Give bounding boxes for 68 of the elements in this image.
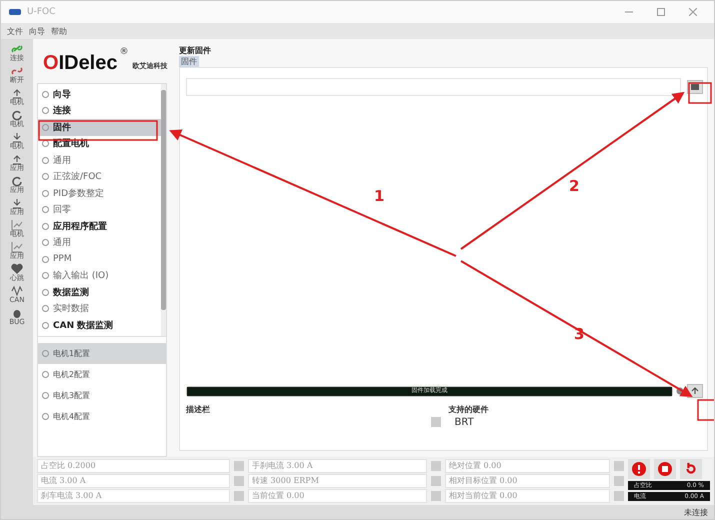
description-label: 描述栏 xyxy=(186,404,211,415)
motor-config-item[interactable]: 电机3配置 xyxy=(38,384,166,406)
stop-icon xyxy=(658,462,672,476)
page-title: 更新固件 xyxy=(179,45,212,56)
readout-field[interactable]: 相对目标位置 0.00 xyxy=(445,474,610,488)
readout-field[interactable]: 相对当前位置 0.00 xyxy=(445,489,610,503)
undo-icon xyxy=(684,462,698,476)
nav-item[interactable]: 通用 xyxy=(38,152,161,168)
nav-item[interactable]: 通用 xyxy=(38,234,161,251)
firmware-list-field[interactable] xyxy=(186,78,681,96)
chart-icon xyxy=(11,219,23,231)
nav-item[interactable]: 正弦波/FOC xyxy=(38,168,161,185)
registered-mark: ® xyxy=(120,47,128,57)
readout-field[interactable]: 电流 3.00 A xyxy=(37,474,230,488)
alert-icon xyxy=(632,462,646,476)
nav-item[interactable]: 连接 xyxy=(38,102,161,119)
folder-icon xyxy=(691,84,699,90)
upload-icon xyxy=(11,87,23,99)
wave-icon xyxy=(10,285,23,297)
expand-button[interactable] xyxy=(430,417,440,427)
hardware-label: 支持的硬件 xyxy=(448,404,490,415)
tab[interactable]: 固件 xyxy=(179,56,199,67)
nav-item[interactable]: 实时数据 xyxy=(38,300,161,317)
nav-item[interactable]: PID参数整定 xyxy=(38,185,161,202)
motor-config-item[interactable]: 电机1配置 xyxy=(38,342,166,364)
menu-item[interactable]: 帮助 xyxy=(51,26,67,36)
readout-field[interactable]: 占空比 0.2000 xyxy=(37,459,230,473)
upload-icon xyxy=(11,153,23,165)
annotation-number: 2 xyxy=(569,177,580,195)
maximize-icon xyxy=(657,8,665,16)
readout-field[interactable]: 刹车电流 3.00 A xyxy=(37,489,230,503)
annotation-number: 1 xyxy=(374,187,384,205)
stop-button[interactable] xyxy=(654,459,676,479)
nav-item[interactable]: 输入输出 (IO) xyxy=(38,268,161,284)
nav-item[interactable]: 数据监测 xyxy=(38,284,161,300)
status-text: 未连接 xyxy=(684,506,708,518)
nav-item[interactable]: 向导 xyxy=(38,86,161,102)
readout-field[interactable]: 绝对位置 0.00 xyxy=(445,459,610,473)
nav-item[interactable]: 回零 xyxy=(38,202,161,218)
refresh-icon xyxy=(11,175,23,187)
nav-item[interactable]: 固件 xyxy=(38,119,161,136)
highlight-frame xyxy=(688,82,712,104)
menu-item[interactable]: 向导 xyxy=(29,26,45,36)
heart-icon xyxy=(11,263,23,275)
broken-link-icon xyxy=(11,65,23,77)
download-icon xyxy=(11,131,23,143)
nav-item[interactable]: 应用程序配置 xyxy=(38,218,161,234)
nav-item[interactable]: PPM xyxy=(38,251,161,268)
link-icon xyxy=(11,43,23,55)
menu-item[interactable]: 文件 xyxy=(7,26,23,36)
motor-config-item[interactable]: 电机2配置 xyxy=(38,364,166,384)
alert-button[interactable] xyxy=(628,459,650,479)
download-icon xyxy=(11,197,23,209)
motor-config-item[interactable]: 电机4配置 xyxy=(38,406,166,426)
close-icon xyxy=(689,8,697,16)
readout-field[interactable]: 手刹电流 3.00 A xyxy=(248,459,427,473)
window-title: U-FOC xyxy=(27,7,56,17)
undo-button[interactable] xyxy=(680,459,702,479)
highlight-frame xyxy=(697,399,714,421)
refresh-icon xyxy=(11,109,23,121)
upload-icon xyxy=(691,387,699,395)
gear-icon[interactable] xyxy=(676,387,684,395)
nav-item[interactable]: CAN 数据监测 xyxy=(38,317,161,334)
logo-text: OIDelec xyxy=(43,52,118,74)
chart-icon xyxy=(11,241,23,253)
app-logo-icon xyxy=(9,9,21,15)
scrollbar-thumb[interactable] xyxy=(161,90,166,310)
hardware-value: BRT xyxy=(454,417,475,428)
